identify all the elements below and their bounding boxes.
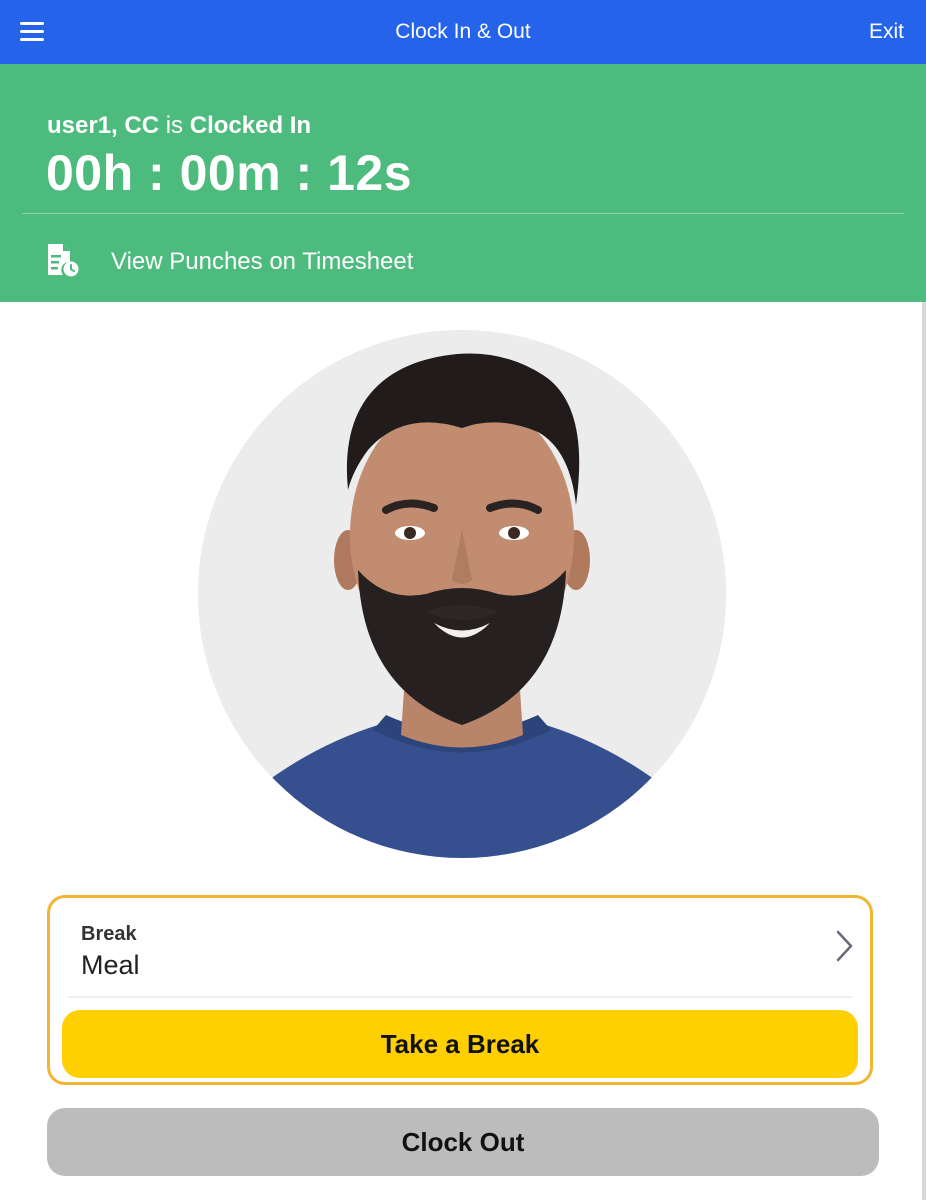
card-divider [68,996,852,998]
employee-photo [198,330,726,858]
break-label: Break [81,923,137,945]
avatar [198,330,726,858]
frame-edge [922,302,926,1200]
status-divider [22,213,904,214]
clock-status-line: user1, CC is Clocked In [47,112,311,140]
top-app-bar: Clock In & Out Exit [0,0,926,64]
user-name: user1, CC [47,112,160,139]
take-break-button[interactable]: Take a Break [62,1010,858,1078]
break-card: Break Meal Take a Break [47,895,873,1085]
clock-status-panel: user1, CC is Clocked In 00h : 00m : 12s … [0,64,926,302]
chevron-right-icon [836,930,853,962]
view-punches-label: View Punches on Timesheet [111,248,414,275]
clock-state: Clocked In [189,112,312,139]
view-punches-link[interactable]: View Punches on Timesheet [46,240,466,280]
exit-button[interactable]: Exit [869,20,904,44]
break-type-selector[interactable]: Break Meal [50,898,870,998]
break-type-value: Meal [81,950,140,980]
elapsed-timer: 00h : 00m : 12s [46,145,413,201]
timesheet-document-clock-icon [48,244,79,277]
page-title: Clock In & Out [395,20,531,43]
status-connector: is [165,112,184,139]
clock-out-button[interactable]: Clock Out [47,1108,879,1176]
